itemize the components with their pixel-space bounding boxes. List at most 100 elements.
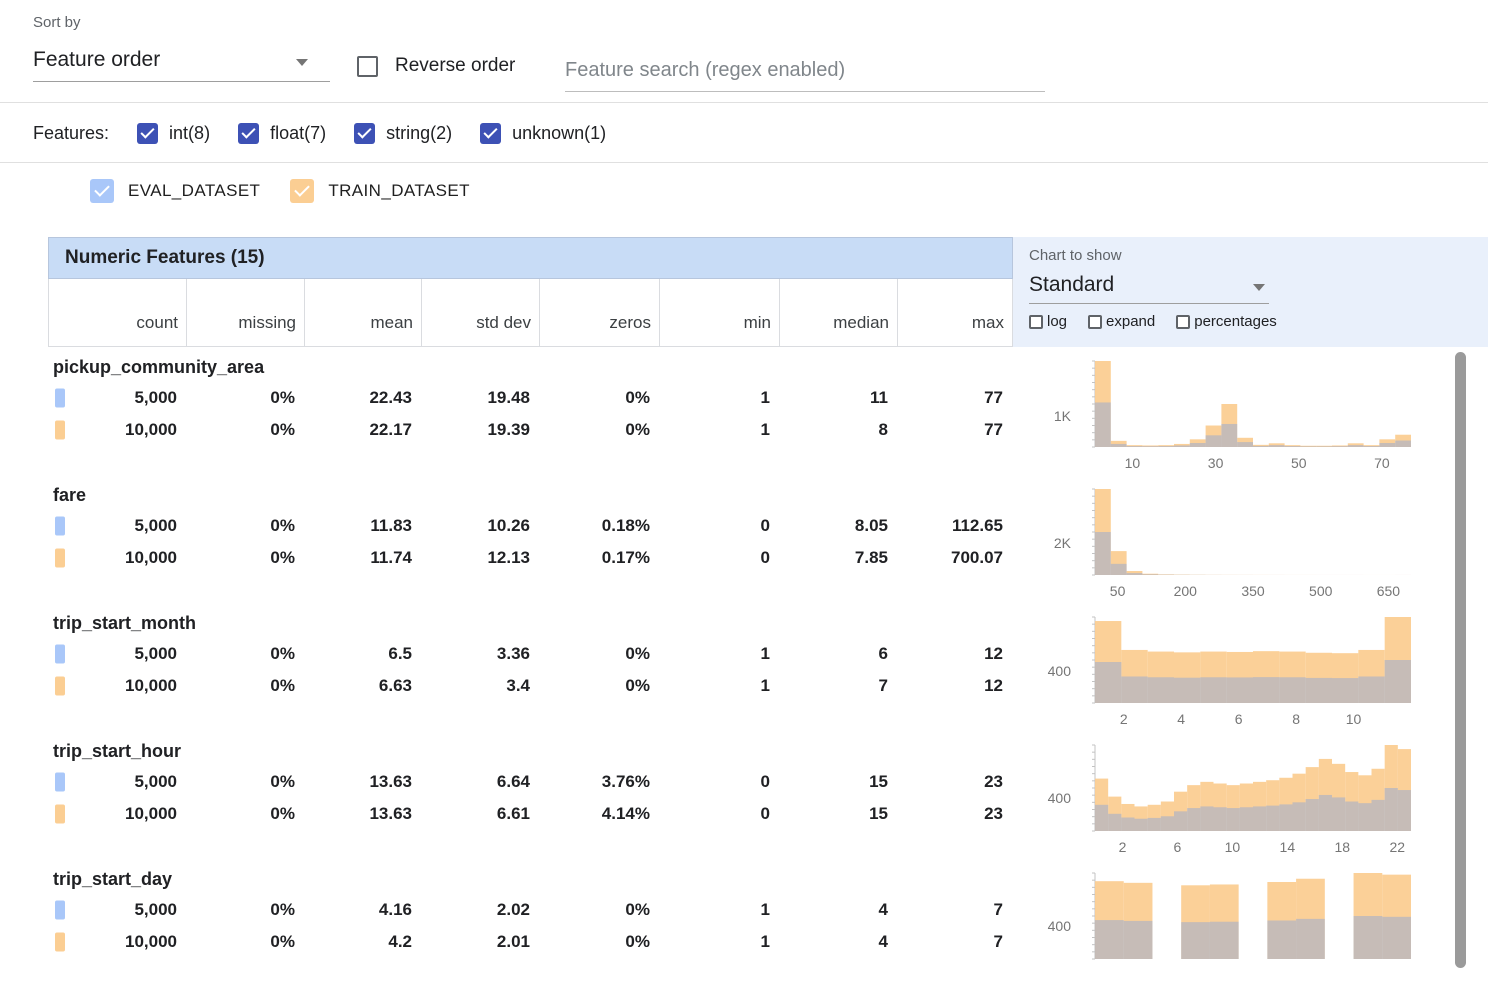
column-max: max (897, 279, 1012, 346)
stat-mean: 6.5 (303, 644, 420, 664)
stat-zeros: 0% (538, 676, 658, 696)
stat-max: 12 (896, 676, 1011, 696)
feature-stats: fare5,0000%11.8310.260.18%08.05112.6510,… (48, 475, 1013, 603)
eval-checkbox-icon[interactable] (90, 179, 114, 203)
stat-mean: 11.74 (303, 548, 420, 568)
stat-missing: 0% (185, 420, 303, 440)
feature-name: trip_start_month (48, 611, 1013, 638)
feature-stats: pickup_community_area5,0000%22.4319.480%… (48, 347, 1013, 475)
histogram-chart: 10305070 (1077, 355, 1425, 477)
stat-zeros: 0% (538, 388, 658, 408)
svg-text:10: 10 (1225, 839, 1241, 855)
feature-block-trip_start_hour: trip_start_hour5,0000%13.636.643.76%0152… (48, 731, 1488, 859)
filter-item-unknown[interactable]: unknown(1) (480, 123, 606, 144)
stat-max: 23 (896, 804, 1011, 824)
stat-median: 8 (778, 420, 896, 440)
filter-item-float[interactable]: float(7) (238, 123, 326, 144)
stat-missing: 0% (185, 932, 303, 952)
y-axis-label: 400 (1013, 790, 1071, 806)
checkbox-checked-icon[interactable] (137, 123, 158, 144)
numeric-features-table: Numeric Features (15) count missing mean… (48, 237, 1488, 987)
stat-mean: 22.17 (303, 420, 420, 440)
filter-item-string[interactable]: string(2) (354, 123, 452, 144)
svg-text:2: 2 (1119, 839, 1127, 855)
chevron-down-icon (1253, 284, 1265, 291)
stat-median: 11 (778, 388, 896, 408)
log-checkbox[interactable] (1029, 315, 1043, 329)
svg-text:200: 200 (1174, 583, 1198, 599)
reverse-order-toggle[interactable]: Reverse order (357, 55, 515, 77)
histogram-chart: 2610141822 (1077, 739, 1425, 861)
svg-text:14: 14 (1280, 839, 1296, 855)
percentages-checkbox[interactable] (1176, 315, 1190, 329)
feature-rows: pickup_community_area5,0000%22.4319.480%… (48, 347, 1488, 987)
numeric-features-title: Numeric Features (15) (65, 247, 265, 269)
checkbox-checked-icon[interactable] (238, 123, 259, 144)
eval-dataset-toggle[interactable]: EVAL_DATASET (90, 179, 260, 203)
histogram-chart: 50200350500650 (1077, 483, 1425, 605)
stat-min: 0 (658, 548, 778, 568)
stat-max: 7 (896, 900, 1011, 920)
column-mean: mean (304, 279, 421, 346)
stat-max: 112.65 (896, 516, 1011, 536)
stats-row-train: 10,0000%13.636.614.14%01523 (48, 798, 1013, 830)
eval-dataset-marker (55, 517, 65, 536)
stat-median: 8.05 (778, 516, 896, 536)
y-axis-label: 400 (1013, 918, 1071, 934)
stat-count: 10,000 (48, 548, 185, 568)
checkbox-checked-icon[interactable] (480, 123, 501, 144)
stat-zeros: 0.17% (538, 548, 658, 568)
checkbox-checked-icon[interactable] (354, 123, 375, 144)
feature-stats: trip_start_month5,0000%6.53.360%161210,0… (48, 603, 1013, 731)
stats-row-eval: 5,0000%4.162.020%147 (48, 894, 1013, 926)
stat-min: 0 (658, 516, 778, 536)
train-dataset-label: TRAIN_DATASET (328, 181, 470, 201)
train-checkbox-icon[interactable] (290, 179, 314, 203)
stat-min: 1 (658, 932, 778, 952)
chart-panel: Chart to show Standard log expand percen… (1013, 237, 1488, 347)
feature-name: trip_start_day (48, 867, 1013, 894)
svg-text:22: 22 (1389, 839, 1405, 855)
log-toggle[interactable]: log (1029, 313, 1067, 330)
feature-stats: trip_start_hour5,0000%13.636.643.76%0152… (48, 731, 1013, 859)
stat-count: 10,000 (48, 420, 185, 440)
stat-std-dev: 19.39 (420, 420, 538, 440)
percentages-toggle[interactable]: percentages (1176, 313, 1277, 330)
stat-count: 5,000 (48, 388, 185, 408)
train-dataset-marker (55, 549, 65, 568)
stat-count: 5,000 (48, 516, 185, 536)
eval-dataset-marker (55, 773, 65, 792)
svg-text:500: 500 (1309, 583, 1333, 599)
stat-min: 1 (658, 676, 778, 696)
stat-min: 0 (658, 804, 778, 824)
stat-std-dev: 10.26 (420, 516, 538, 536)
train-dataset-marker (55, 805, 65, 824)
stat-count: 5,000 (48, 900, 185, 920)
stat-count: 5,000 (48, 644, 185, 664)
stat-min: 0 (658, 772, 778, 792)
column-missing: missing (186, 279, 304, 346)
reverse-order-checkbox[interactable] (357, 56, 378, 77)
chart-type-select[interactable]: Standard (1029, 266, 1269, 304)
vertical-scrollbar[interactable] (1455, 352, 1466, 968)
svg-text:70: 70 (1374, 455, 1390, 471)
stat-median: 4 (778, 900, 896, 920)
expand-label: expand (1106, 313, 1155, 330)
filter-item-int[interactable]: int(8) (137, 123, 210, 144)
feature-search-input[interactable] (565, 50, 1045, 92)
expand-checkbox[interactable] (1088, 315, 1102, 329)
stat-max: 77 (896, 388, 1011, 408)
expand-toggle[interactable]: expand (1088, 313, 1155, 330)
histogram-pickup_community_area: 1K10305070 (1013, 347, 1488, 475)
histogram-fare: 2K50200350500650 (1013, 475, 1488, 603)
svg-text:2: 2 (1120, 711, 1128, 727)
sort-by-select[interactable]: Feature order (33, 42, 330, 82)
stats-row-train: 10,0000%11.7412.130.17%07.85700.07 (48, 542, 1013, 574)
stats-row-train: 10,0000%6.633.40%1712 (48, 670, 1013, 702)
feature-block-pickup_community_area: pickup_community_area5,0000%22.4319.480%… (48, 347, 1488, 475)
svg-text:6: 6 (1235, 711, 1243, 727)
train-dataset-toggle[interactable]: TRAIN_DATASET (290, 179, 470, 203)
stats-row-train: 10,0000%4.22.010%147 (48, 926, 1013, 958)
stats-row-train: 10,0000%22.1719.390%1877 (48, 414, 1013, 446)
stat-mean: 4.2 (303, 932, 420, 952)
